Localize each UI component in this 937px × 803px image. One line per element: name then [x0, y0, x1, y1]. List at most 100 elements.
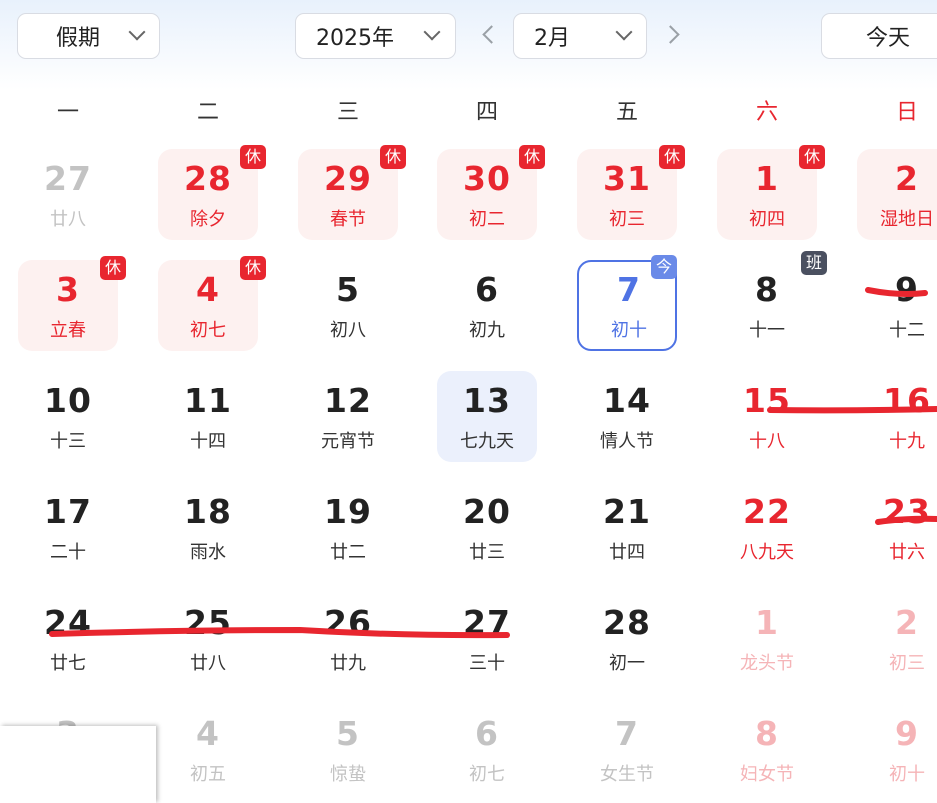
day-cell[interactable]: 2湿地日休: [857, 149, 937, 240]
chevron-down-icon: [615, 23, 633, 41]
lunar-label: 十九: [889, 431, 925, 452]
day-number: 15: [743, 381, 791, 420]
day-cell[interactable]: 4 初五: [158, 704, 258, 795]
day-cell[interactable]: 24 廿七: [18, 593, 118, 684]
lunar-label: 初十: [889, 764, 925, 785]
day-number: 21: [603, 492, 651, 531]
day-cell[interactable]: 14 情人节: [577, 371, 677, 462]
lunar-label: 十四: [190, 431, 226, 452]
weekday-label: 二: [196, 100, 219, 125]
lunar-label: 十一: [749, 320, 785, 341]
day-cell[interactable]: 16 十九: [857, 371, 937, 462]
lunar-label: 初十: [611, 320, 647, 341]
day-number: 9: [895, 714, 919, 753]
lunar-label: 廿七: [50, 653, 86, 674]
lunar-label: 妇女节: [740, 764, 794, 785]
rest-badge: 休: [659, 145, 685, 169]
day-cell[interactable]: 12 元宵节: [298, 371, 398, 462]
day-number: 7: [615, 714, 639, 753]
weekday-label: 三: [336, 100, 359, 125]
day-cell[interactable]: 5 惊蛰: [298, 704, 398, 795]
rest-badge: 休: [240, 256, 266, 280]
lunar-label: 廿三: [469, 542, 505, 563]
day-number: 2: [895, 159, 919, 198]
weekday-label: 日: [895, 100, 918, 125]
day-cell[interactable]: 21 廿四: [577, 482, 677, 573]
day-cell[interactable]: 10 十三: [18, 371, 118, 462]
day-cell[interactable]: 3 立春休: [18, 256, 126, 351]
day-number: 17: [44, 492, 92, 531]
lunar-label: 十八: [749, 431, 785, 452]
lunar-label: 惊蛰: [330, 764, 366, 785]
overlay-popup: [0, 726, 156, 803]
day-cell[interactable]: 5 初八: [298, 260, 398, 351]
lunar-label: 初五: [190, 764, 226, 785]
year-select[interactable]: 2025年: [295, 13, 456, 59]
day-number: 1: [755, 603, 779, 642]
lunar-label: 龙头节: [740, 653, 794, 674]
day-cell[interactable]: 9 十二: [857, 260, 937, 351]
day-cell[interactable]: 27 廿八: [18, 149, 118, 240]
day-number: 9: [895, 270, 919, 309]
holiday-select[interactable]: 假期: [17, 13, 160, 59]
lunar-label: 廿八: [50, 209, 86, 230]
day-cell[interactable]: 28 除夕休: [158, 145, 266, 240]
today-badge: 今: [651, 255, 677, 279]
day-cell[interactable]: 18 雨水: [158, 482, 258, 573]
day-number: 25: [184, 603, 232, 642]
lunar-label: 除夕: [190, 209, 226, 230]
lunar-label: 十三: [50, 431, 86, 452]
lunar-label: 初二: [469, 209, 505, 230]
day-cell[interactable]: 6 初七: [437, 704, 537, 795]
day-cell[interactable]: 29 春节休: [298, 145, 406, 240]
lunar-label: 初三: [889, 653, 925, 674]
weekday-label: 一: [56, 100, 79, 125]
day-cell[interactable]: 7 女生节: [577, 704, 677, 795]
day-cell[interactable]: 8 妇女节: [717, 704, 817, 795]
day-cell[interactable]: 17 二十: [18, 482, 118, 573]
rest-badge: 休: [519, 145, 545, 169]
today-button-label: 今天: [866, 26, 911, 51]
day-cell[interactable]: 1 龙头节: [717, 593, 817, 684]
lunar-label: 初四: [749, 209, 785, 230]
lunar-label: 初八: [330, 320, 366, 341]
day-number: 23: [883, 492, 931, 531]
weekday-label: 四: [475, 100, 498, 125]
lunar-label: 廿九: [330, 653, 366, 674]
day-cell[interactable]: 31 初三休: [577, 145, 685, 240]
day-cell[interactable]: 28 初一: [577, 593, 677, 684]
lunar-label: 湿地日: [880, 209, 934, 230]
day-cell[interactable]: 22 八九天: [717, 482, 817, 573]
day-cell[interactable]: 19 廿二: [298, 482, 398, 573]
day-number: 14: [603, 381, 651, 420]
day-cell[interactable]: 23 廿六: [857, 482, 937, 573]
day-cell[interactable]: 1 初四休: [717, 145, 825, 240]
lunar-label: 初七: [190, 320, 226, 341]
day-cell[interactable]: 8 十一 班: [717, 251, 827, 351]
day-cell[interactable]: 2 初三: [857, 593, 937, 684]
day-cell[interactable]: 6 初九: [437, 260, 537, 351]
lunar-label: 十二: [889, 320, 925, 341]
day-cell[interactable]: 25 廿八: [158, 593, 258, 684]
day-cell[interactable]: 11 十四: [158, 371, 258, 462]
lunar-label: 立春: [50, 320, 86, 341]
lunar-label: 廿二: [330, 542, 366, 563]
lunar-label: 女生节: [600, 764, 654, 785]
day-cell[interactable]: 26 廿九: [298, 593, 398, 684]
lunar-label: 春节: [330, 209, 366, 230]
today-button[interactable]: 今天: [821, 13, 937, 59]
day-cell[interactable]: 9 初十: [857, 704, 937, 795]
day-cell[interactable]: 27 三十: [437, 593, 537, 684]
month-select[interactable]: 2月: [513, 13, 647, 59]
day-cell[interactable]: 13 七九天: [437, 371, 537, 462]
day-cell[interactable]: 20 廿三: [437, 482, 537, 573]
day-number: 5: [336, 714, 360, 753]
day-cell[interactable]: 4 初七休: [158, 256, 266, 351]
weekday-label: 五: [615, 100, 638, 125]
day-number: 11: [184, 381, 232, 420]
day-cell[interactable]: 15 十八: [717, 371, 817, 462]
day-number: 6: [475, 714, 499, 753]
day-cell[interactable]: 30 初二休: [437, 145, 545, 240]
day-cell[interactable]: 7 初十今: [577, 255, 677, 351]
lunar-label: 廿六: [889, 542, 925, 563]
